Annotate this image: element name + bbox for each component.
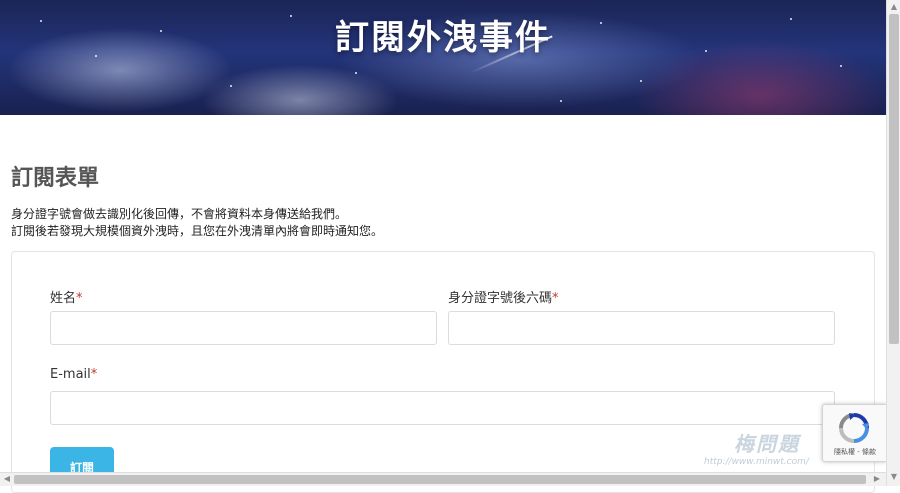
vertical-scroll-thumb[interactable] [889, 14, 899, 344]
required-mark: * [552, 291, 559, 306]
required-mark: * [90, 367, 98, 382]
recaptcha-privacy-terms[interactable]: 隱私權 - 條款 [823, 447, 887, 457]
name-input[interactable] [50, 311, 437, 345]
id-number-input[interactable] [448, 311, 835, 345]
banner-star [840, 65, 842, 67]
name-label: 姓名* [50, 291, 83, 306]
horizontal-scrollbar[interactable]: ◀ ▶ [0, 472, 886, 486]
required-mark: * [76, 291, 83, 306]
banner-star [230, 85, 232, 87]
scroll-right-icon[interactable]: ▶ [872, 474, 882, 484]
scroll-left-icon[interactable]: ◀ [2, 474, 12, 484]
banner-title: 訂閱外洩事件 [335, 18, 551, 58]
recaptcha-badge[interactable]: 隱私權 - 條款 [822, 404, 886, 462]
scroll-up-icon[interactable]: ▲ [889, 2, 899, 12]
recaptcha-icon [839, 413, 869, 443]
form-section-title: 訂閱表單 [11, 166, 100, 191]
watermark-url: http://www.minwt.com/ [704, 457, 809, 467]
vertical-scrollbar[interactable]: ▲ ▼ [886, 0, 900, 486]
form-description-line-2: 訂閱後若發現大規模個資外洩時，且您在外洩清單內將會即時通知您。 [11, 224, 384, 238]
id-number-label: 身分證字號後六碼* [448, 291, 559, 306]
banner-star [640, 80, 642, 82]
form-description-line-1: 身分證字號會做去識別化後回傳，不會將資料本身傳送給我們。 [11, 207, 348, 221]
header-banner: 訂閱外洩事件 [0, 0, 886, 115]
banner-star [355, 72, 357, 74]
watermark-logo-icon: 梅問題 [734, 432, 800, 456]
horizontal-scroll-thumb[interactable] [14, 475, 866, 484]
email-input[interactable] [50, 391, 835, 425]
scroll-down-icon[interactable]: ▼ [889, 472, 899, 482]
email-label: E-mail* [50, 367, 98, 382]
banner-star [560, 100, 562, 102]
